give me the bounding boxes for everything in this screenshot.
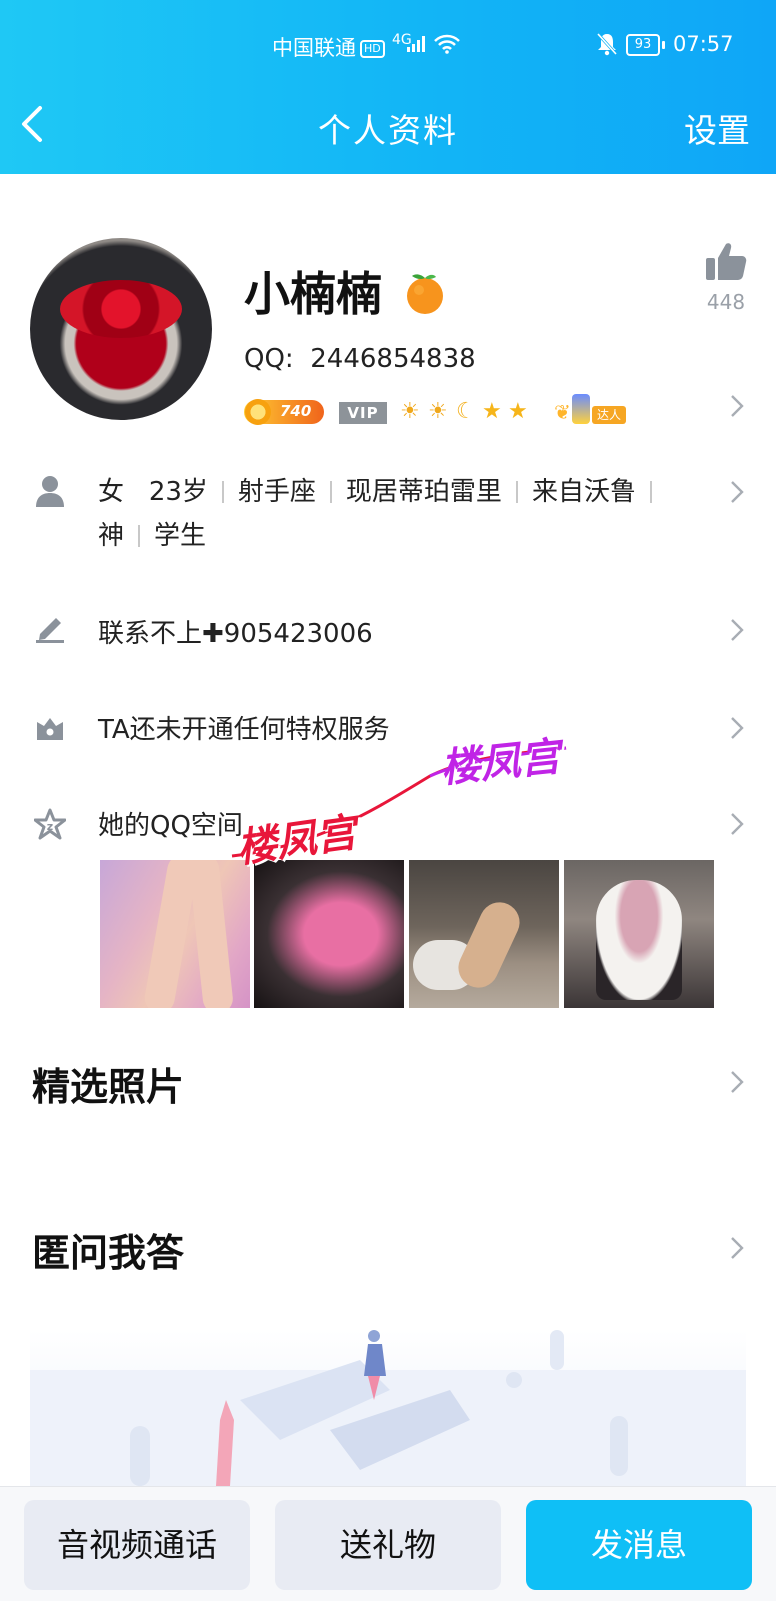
send-gift-button[interactable]: 送礼物 (275, 1500, 501, 1590)
status-time: 07:57 (673, 32, 734, 56)
talent-badge: ❦ 达人 (554, 394, 626, 428)
chevron-right-icon[interactable] (730, 812, 744, 836)
featured-photos-title[interactable]: 精选照片 (32, 1056, 184, 1111)
sun-level-icon: ☀ (400, 399, 420, 424)
send-message-button[interactable]: 发消息 (526, 1500, 752, 1590)
privilege-info[interactable]: TA还未开通任何特权服务 (98, 708, 390, 752)
page-title: 个人资料 (318, 111, 458, 150)
qzone-photo[interactable] (409, 860, 559, 1008)
talent-badge-label: 达人 (592, 406, 626, 424)
avatar[interactable] (30, 238, 212, 420)
nickname: 小楠楠 (244, 258, 448, 324)
phone-icon (572, 394, 590, 424)
chevron-right-icon[interactable] (730, 480, 744, 504)
top-bar: 中国联通 HD 4G 93 07:57 个人资料 设置 (0, 0, 776, 174)
like-count: 448 (706, 290, 746, 314)
crown-icon (37, 718, 63, 740)
coin-level-badge: 740 (244, 399, 324, 425)
wifi-icon (434, 34, 460, 54)
moon-level-icon: ☾ (456, 399, 476, 424)
sun-level-icon: ☀ (428, 399, 448, 424)
person-icon (36, 476, 64, 507)
chevron-right-icon[interactable] (730, 1070, 744, 1094)
qq-number: QQ: 2446854838 (244, 344, 476, 374)
empty-state-illustration (30, 1330, 746, 1486)
video-call-button[interactable]: 音视频通话 (24, 1500, 250, 1590)
qzone-link[interactable]: 她的QQ空间 (98, 804, 243, 848)
qzone-photo[interactable] (564, 860, 714, 1008)
svg-text:z: z (47, 820, 53, 833)
chevron-right-icon[interactable] (730, 716, 744, 740)
pencil-icon (36, 618, 64, 643)
wing-icon: ❦ (554, 400, 571, 424)
star-level-icon: ★ (508, 399, 528, 424)
battery-indicator: 93 (626, 34, 660, 56)
qzone-star-icon: z (34, 808, 66, 840)
chevron-right-icon[interactable] (730, 618, 744, 642)
watermark-text: 楼凤宫 (438, 733, 563, 793)
carrier-label: 中国联通 HD (272, 32, 385, 62)
bottom-action-bar: 音视频通话 送礼物 发消息 (0, 1486, 776, 1601)
chevron-right-icon[interactable] (730, 394, 744, 418)
settings-button[interactable]: 设置 (684, 104, 750, 152)
star-level-icon: ★ (482, 399, 502, 424)
vip-badge: VIP (339, 402, 387, 424)
mute-bell-icon (596, 32, 618, 56)
basic-info[interactable]: 女 23岁 射手座 现居蒂珀雷里 来自沃鲁 神学生 (98, 470, 666, 558)
illustration-shapes (30, 1330, 746, 1486)
chevron-right-icon[interactable] (730, 1236, 744, 1260)
qzone-photo[interactable] (100, 860, 250, 1008)
status-bar: 中国联通 HD 4G 93 07:57 (0, 30, 776, 62)
signature[interactable]: 联系不上✚905423006 (98, 612, 373, 656)
battery-tip (662, 41, 665, 49)
signal-icon (407, 36, 429, 52)
anonymous-qa-title[interactable]: 匿问我答 (32, 1222, 184, 1277)
qzone-photo-strip[interactable] (100, 860, 714, 1008)
thumbs-up-icon[interactable] (704, 240, 748, 284)
watermark-swoosh (231, 746, 567, 858)
qzone-photo[interactable] (254, 860, 404, 1008)
coin-icon (245, 399, 271, 425)
orange-icon (407, 274, 444, 314)
avatar-roses (60, 280, 182, 338)
hd-badge: HD (360, 40, 385, 58)
